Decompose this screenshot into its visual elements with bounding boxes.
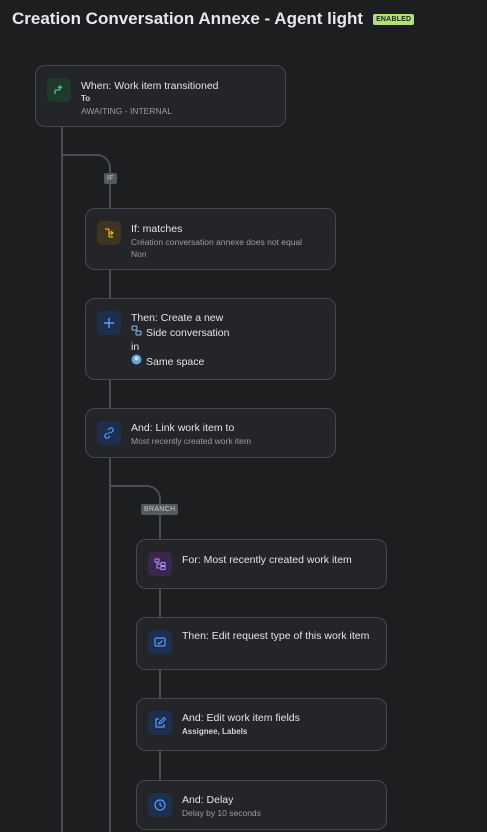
delay-title: And: Delay xyxy=(182,794,234,806)
create-in-label: in xyxy=(131,341,140,353)
edit-fields-detail: Assignee, Labels xyxy=(182,727,248,736)
request-type-icon xyxy=(148,630,172,654)
branch-condition-icon xyxy=(97,221,121,245)
side-conversation-icon xyxy=(131,325,142,340)
page-title: Creation Conversation Annexe - Agent lig… xyxy=(12,9,364,28)
edit-fields-title: And: Edit work item fields xyxy=(182,712,300,724)
condition-card[interactable]: If: matches Création conversation annexe… xyxy=(85,208,336,270)
condition-line2: Non xyxy=(131,249,147,259)
edit-fields-card[interactable]: And: Edit work item fields Assignee, Lab… xyxy=(136,698,387,751)
clock-icon xyxy=(148,793,172,817)
create-item-type: Side conversation xyxy=(146,326,230,339)
header: Creation Conversation Annexe - Agent lig… xyxy=(12,9,415,29)
create-card[interactable]: Then: Create a new Side conversation in … xyxy=(85,298,336,380)
connector-main xyxy=(61,126,63,832)
edit-request-card[interactable]: Then: Edit request type of this work ite… xyxy=(136,617,387,670)
branch-for-card[interactable]: For: Most recently created work item xyxy=(136,539,387,589)
trigger-card[interactable]: When: Work item transitioned To AWAITING… xyxy=(35,65,286,127)
create-title: Then: Create a new xyxy=(131,312,224,324)
branch-for-title: For: Most recently created work item xyxy=(182,554,352,566)
trigger-status: AWAITING - INTERNAL xyxy=(81,106,172,116)
link-icon xyxy=(97,421,121,445)
edit-request-title: Then: Edit request type of this work ite… xyxy=(182,630,370,642)
link-detail: Most recently created work item xyxy=(131,436,251,446)
condition-line1: Création conversation annexe does not eq… xyxy=(131,237,303,247)
link-title: And: Link work item to xyxy=(131,422,235,434)
create-space: Same space xyxy=(146,355,205,368)
delay-card[interactable]: And: Delay Delay by 10 seconds xyxy=(136,780,387,830)
edit-icon xyxy=(148,711,172,735)
condition-title: If: matches xyxy=(131,223,183,235)
if-tag: IF xyxy=(104,173,117,184)
branch-icon xyxy=(148,552,172,576)
plus-icon xyxy=(97,311,121,335)
transition-icon xyxy=(47,78,71,102)
delay-detail: Delay by 10 seconds xyxy=(182,808,261,818)
trigger-title: When: Work item transitioned xyxy=(81,80,219,92)
trigger-to-label: To xyxy=(81,94,91,103)
status-badge: ENABLED xyxy=(373,13,415,25)
branch-tag: BRANCH xyxy=(141,504,179,515)
space-avatar-icon xyxy=(131,354,142,369)
link-card[interactable]: And: Link work item to Most recently cre… xyxy=(85,408,336,458)
